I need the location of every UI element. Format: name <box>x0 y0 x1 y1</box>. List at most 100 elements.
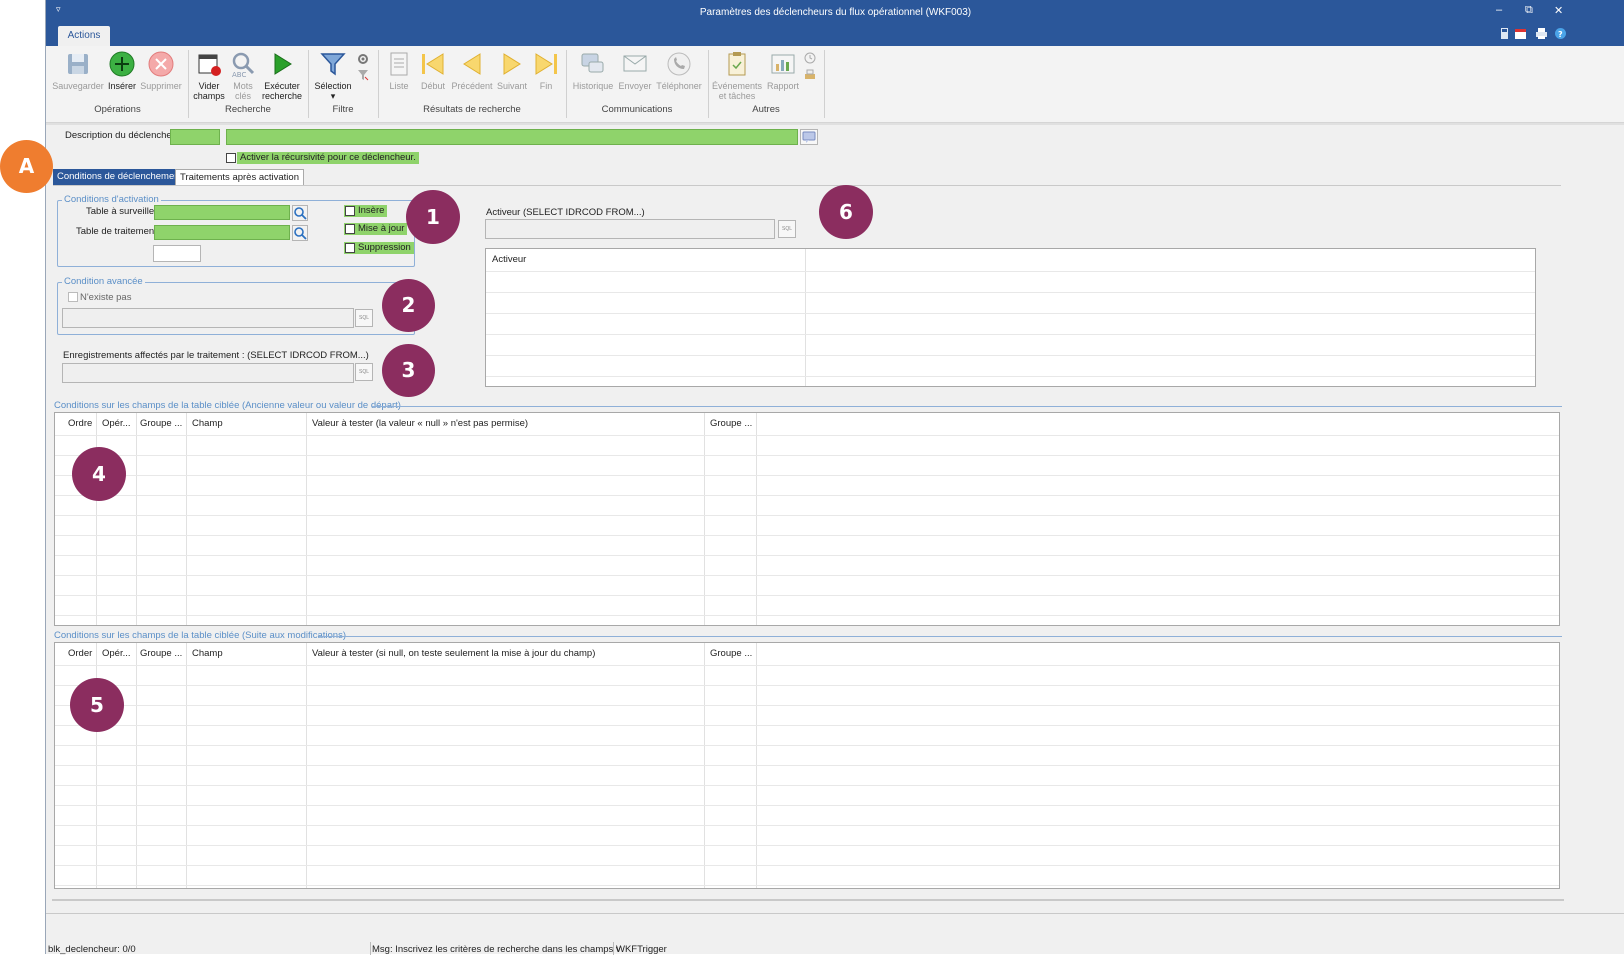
ribbon-tab-actions[interactable]: Actions <box>58 26 110 46</box>
first-icon <box>422 53 444 75</box>
trigger-code-field[interactable] <box>170 129 220 145</box>
activator-label: Activeur (SELECT IDRCOD FROM...) <box>486 207 645 218</box>
advanced-condition-field[interactable] <box>62 308 354 328</box>
list-button[interactable]: Liste <box>384 50 414 91</box>
processing-table-label: Table de traitement <box>76 226 157 237</box>
phone-button[interactable]: Téléphoner <box>655 50 703 91</box>
activator-column-header[interactable]: Activeur <box>488 249 798 271</box>
ribbon-separator <box>378 50 379 118</box>
callout-badge-a: A <box>0 140 53 193</box>
status-message: Msg: Inscrivez les critères de recherche… <box>372 944 621 955</box>
table-to-watch-field[interactable] <box>154 205 290 220</box>
print-icon[interactable] <box>1536 28 1547 39</box>
activation-extra-field[interactable] <box>153 245 201 262</box>
envelope-icon <box>623 55 647 72</box>
help-icon[interactable]: ? <box>1555 28 1566 39</box>
ribbon-separator <box>566 50 567 118</box>
tab-traitements[interactable]: Traitements après activation <box>175 169 304 185</box>
activator-sql-button[interactable]: SQL <box>778 220 796 238</box>
clear-fields-button[interactable]: Vider champs <box>192 50 226 101</box>
send-button[interactable]: Envoyer <box>617 50 653 91</box>
restore-button[interactable]: ⧉ <box>1525 4 1533 17</box>
delete-checkbox[interactable] <box>345 243 355 253</box>
calculator-icon[interactable] <box>1499 28 1510 39</box>
clock-icon[interactable] <box>804 52 816 64</box>
ribbon-separator <box>824 50 825 118</box>
group-communications-label: Communications <box>601 104 673 115</box>
table-to-watch-label: Table à surveiller <box>86 206 158 217</box>
processing-table-lookup[interactable] <box>292 225 308 241</box>
next-record-button[interactable]: Suivant <box>495 50 529 91</box>
history-button[interactable]: Historique <box>570 50 616 91</box>
window-title: Paramètres des déclencheurs du flux opér… <box>699 7 972 18</box>
printer-report-icon[interactable] <box>804 69 816 81</box>
translate-button[interactable] <box>800 129 818 145</box>
status-block-count: blk_declencheur: 0/0 <box>48 944 136 955</box>
close-button[interactable]: ✕ <box>1554 4 1563 17</box>
grid2-col-group2[interactable]: Groupe ... <box>706 643 756 665</box>
grid2-col-order[interactable]: Order <box>64 643 100 665</box>
grid2-col-group[interactable]: Groupe ... <box>136 643 186 665</box>
selection-label: Sélection <box>314 81 352 91</box>
tab-conditions[interactable]: Conditions de déclenchement <box>53 169 187 185</box>
not-exists-checkbox[interactable] <box>68 292 78 302</box>
grid2-col-operator[interactable]: Opér... <box>98 643 138 665</box>
activator-grid[interactable]: Activeur <box>485 248 1536 387</box>
ribbon-separator <box>188 50 189 118</box>
table-to-watch-lookup[interactable] <box>292 205 308 221</box>
report-button[interactable]: Rapport <box>764 50 802 91</box>
delete-button[interactable]: Supprimer <box>139 50 183 91</box>
insert-checkbox[interactable] <box>345 206 355 216</box>
selection-button[interactable]: Sélection ▾ <box>312 50 354 101</box>
grid1-col-field[interactable]: Champ <box>188 413 303 435</box>
events-tasks-button[interactable]: Événements et tâches <box>712 50 762 101</box>
grid1-col-group2[interactable]: Groupe ... <box>706 413 756 435</box>
bottom-divider <box>52 899 1564 901</box>
save-button[interactable]: Sauvegarder <box>52 50 104 91</box>
status-bar: blk_declencheur: 0/0 Msg: Inscrivez les … <box>46 913 1624 955</box>
callout-badge-5: 5 <box>70 678 124 732</box>
keywords-button[interactable]: ABC Mots clés <box>228 50 258 101</box>
activator-sql-field[interactable] <box>485 219 775 239</box>
first-record-button[interactable]: Début <box>418 50 448 91</box>
svg-text:?: ? <box>1558 30 1563 39</box>
execute-label-1: Exécuter <box>264 81 300 91</box>
group-autres-label: Autres <box>752 104 780 115</box>
last-record-button[interactable]: Fin <box>531 50 561 91</box>
callout-badge-2: 2 <box>382 279 435 332</box>
section-line <box>372 406 1562 407</box>
filter-settings-icon[interactable] <box>357 53 369 65</box>
execute-search-button[interactable]: Exécuter recherche <box>260 50 304 101</box>
last-icon <box>535 53 557 75</box>
minimize-button[interactable]: – <box>1496 4 1502 16</box>
calendar-icon[interactable] <box>1515 28 1526 39</box>
group-recherche-label: Recherche <box>225 104 271 115</box>
keywords-label-2: clés <box>234 91 251 101</box>
app-window: ▿ Paramètres des déclencheurs du flux op… <box>45 0 1624 955</box>
last-label: Fin <box>539 81 553 91</box>
trigger-description-field[interactable] <box>226 129 798 145</box>
grid2-col-value[interactable]: Valeur à tester (si null, on teste seule… <box>308 643 703 665</box>
processing-table-field[interactable] <box>154 225 290 240</box>
grid1-col-group[interactable]: Groupe ... <box>136 413 186 435</box>
after-change-conditions-grid[interactable]: Order Opér... Groupe ... Champ Valeur à … <box>54 642 1560 889</box>
clear-filter-icon[interactable] <box>357 69 369 81</box>
recursivity-checkbox[interactable] <box>226 153 236 163</box>
affected-records-sql-button[interactable]: SQL <box>355 363 373 381</box>
report-chart-icon <box>771 54 795 74</box>
update-checkbox[interactable] <box>345 224 355 234</box>
clear-fields-label-2: champs <box>193 91 225 101</box>
grid2-col-field[interactable]: Champ <box>188 643 303 665</box>
sql-icon: SQL <box>358 315 369 321</box>
affected-records-field[interactable] <box>62 363 354 383</box>
insert-button[interactable]: Insérer <box>106 50 138 91</box>
keyword-search-icon: ABC <box>232 52 255 78</box>
previous-record-button[interactable]: Précédent <box>450 50 494 91</box>
grid1-col-order[interactable]: Ordre <box>64 413 100 435</box>
title-bar: ▿ Paramètres des déclencheurs du flux op… <box>46 0 1624 26</box>
old-value-conditions-grid[interactable]: Ordre Opér... Groupe ... Champ Valeur à … <box>54 412 1560 626</box>
grid1-col-value[interactable]: Valeur à tester (la valeur « null » n'es… <box>308 413 703 435</box>
clear-fields-icon <box>198 54 221 76</box>
advanced-sql-button[interactable]: SQL <box>355 309 373 327</box>
grid1-col-operator[interactable]: Opér... <box>98 413 138 435</box>
